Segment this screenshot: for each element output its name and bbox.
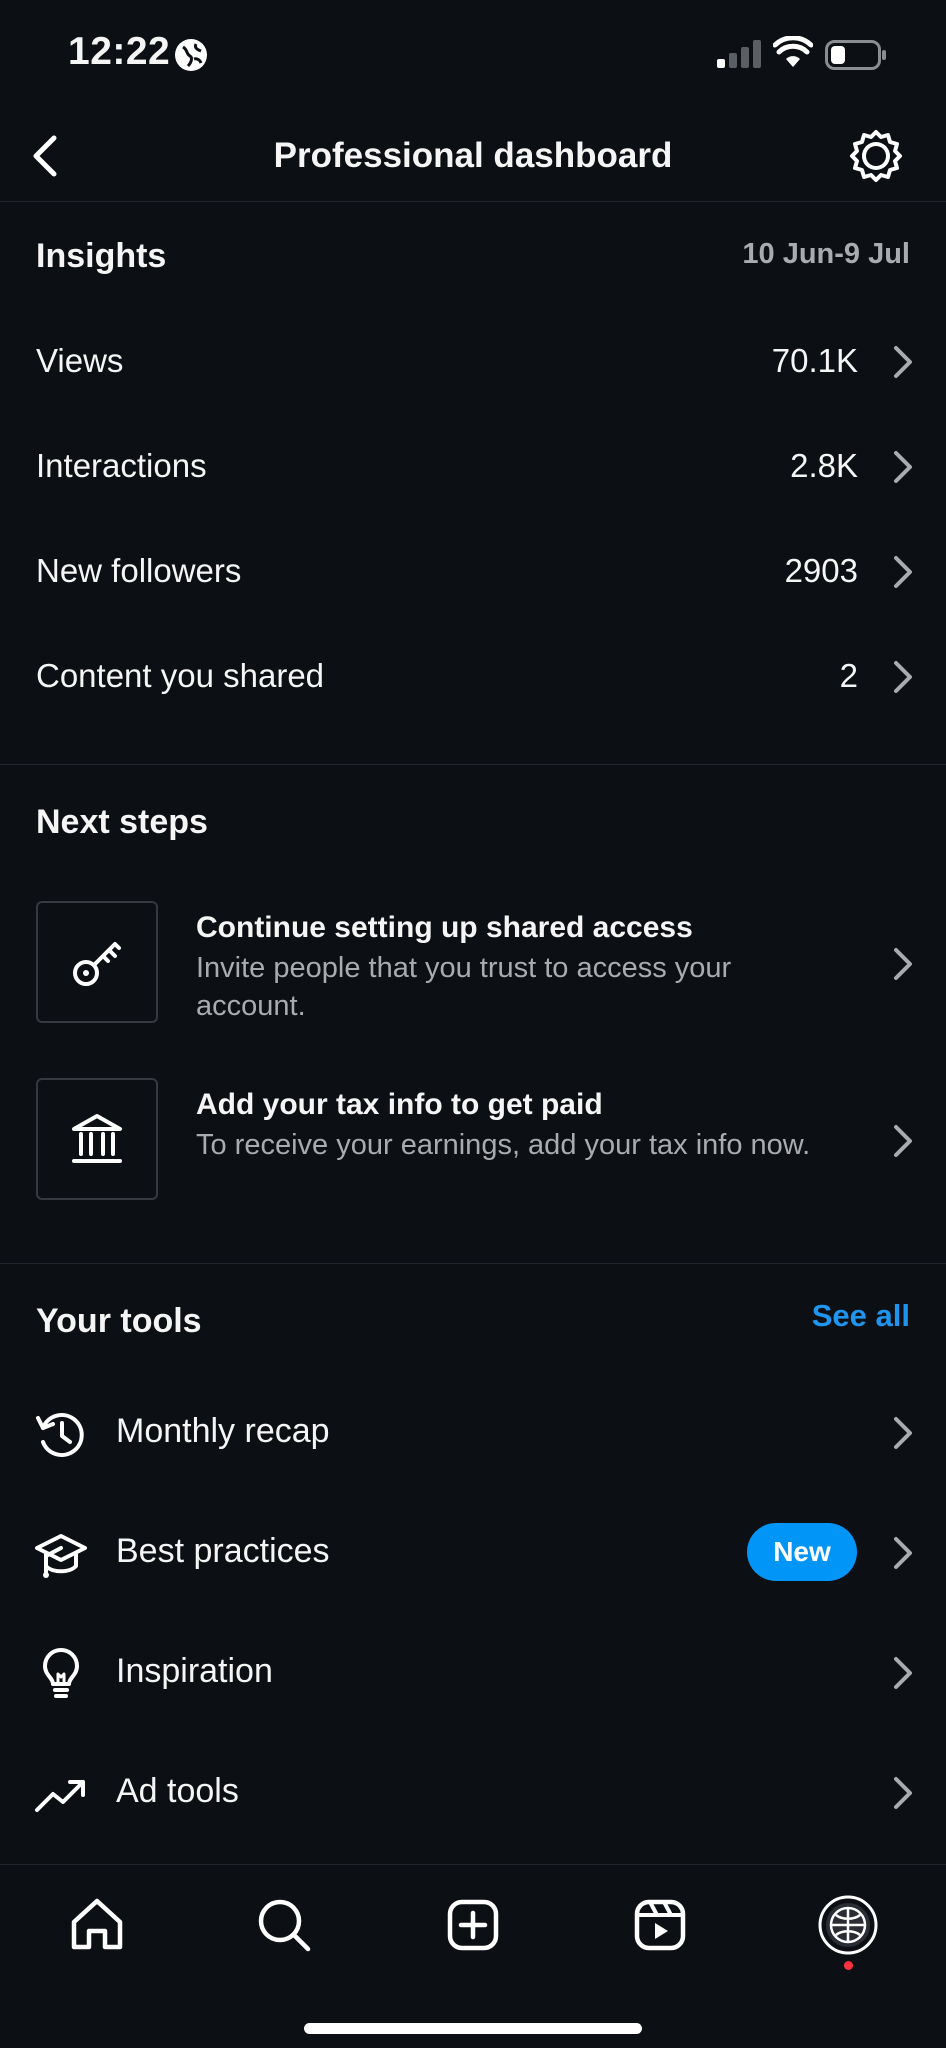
next-step-shared-access[interactable]: Continue setting up shared access Invite…: [0, 901, 946, 1027]
page-title: Professional dashboard: [273, 136, 673, 175]
tool-label: Inspiration: [116, 1652, 273, 1690]
bottom-nav: [0, 1864, 946, 2048]
home-indicator: [304, 2023, 642, 2034]
notification-dot: [844, 1961, 853, 1970]
step-icon-box: [36, 901, 158, 1023]
tool-best-practices[interactable]: Best practices New: [0, 1508, 946, 1598]
trending-up-icon: [35, 1780, 85, 1812]
step-title: Add your tax info to get paid: [196, 1088, 603, 1121]
new-badge: New: [747, 1523, 857, 1581]
metric-row-new-followers[interactable]: New followers 2903: [0, 532, 946, 612]
metric-row-interactions[interactable]: Interactions 2.8K: [0, 427, 946, 507]
metric-label: Interactions: [36, 447, 207, 484]
reels-icon[interactable]: [630, 1895, 690, 1955]
next-step-tax-info[interactable]: Add your tax info to get paid To receive…: [0, 1078, 946, 1204]
step-title: Continue setting up shared access: [196, 911, 693, 944]
metric-value: 70.1K: [771, 342, 858, 379]
tool-inspiration[interactable]: Inspiration: [0, 1628, 946, 1718]
divider: [0, 1263, 946, 1264]
insights-title: Insights: [36, 237, 167, 275]
divider: [0, 764, 946, 765]
chevron-right-icon: [894, 1777, 912, 1809]
header: Professional dashboard: [0, 110, 946, 202]
chevron-right-icon: [894, 1125, 912, 1157]
wifi-icon: [773, 36, 813, 67]
metric-value: 2.8K: [790, 447, 858, 484]
search-icon[interactable]: [254, 1895, 314, 1955]
metric-label: Content you shared: [36, 657, 325, 694]
chevron-right-icon: [894, 1537, 912, 1569]
home-icon[interactable]: [67, 1895, 127, 1955]
globe-icon: [175, 39, 207, 71]
chevron-right-icon: [894, 451, 912, 483]
metric-label: New followers: [36, 552, 242, 589]
profile-icon[interactable]: [818, 1895, 878, 1955]
battery-icon: [825, 40, 886, 70]
chevron-right-icon: [894, 948, 912, 980]
create-icon[interactable]: [443, 1895, 503, 1955]
tool-ad-tools[interactable]: Ad tools: [0, 1748, 946, 1838]
insights-date-range: 10 Jun-9 Jul: [742, 238, 910, 270]
settings-gear-icon[interactable]: [848, 128, 904, 184]
step-description: To receive your earnings, add your tax i…: [196, 1129, 811, 1161]
metric-row-views[interactable]: Views 70.1K: [0, 322, 946, 402]
tool-monthly-recap[interactable]: Monthly recap: [0, 1388, 946, 1478]
status-bar: 12:22: [0, 0, 946, 110]
tool-label: Best practices: [116, 1532, 330, 1570]
status-time: 12:22: [68, 30, 171, 73]
chevron-right-icon: [894, 346, 912, 378]
step-icon-box: [36, 1078, 158, 1200]
cellular-signal-icon: [717, 40, 761, 68]
chevron-right-icon: [894, 1417, 912, 1449]
key-icon: [73, 942, 121, 986]
see-all-link[interactable]: See all: [812, 1298, 910, 1334]
chevron-right-icon: [894, 556, 912, 588]
metric-value: 2: [839, 657, 858, 694]
chevron-right-icon: [894, 661, 912, 693]
graduation-cap-icon: [35, 1534, 87, 1578]
metric-row-content-shared[interactable]: Content you shared 2: [0, 637, 946, 717]
history-icon: [36, 1413, 84, 1457]
your-tools-title: Your tools: [36, 1302, 202, 1340]
bank-icon: [72, 1114, 122, 1163]
tool-label: Ad tools: [116, 1772, 239, 1810]
tool-label: Monthly recap: [116, 1412, 330, 1450]
lightbulb-icon: [43, 1648, 79, 1698]
step-description: Invite people that you trust to access y…: [196, 952, 732, 1022]
next-steps-title: Next steps: [36, 803, 208, 841]
metric-label: Views: [36, 342, 124, 379]
metric-value: 2903: [784, 552, 858, 589]
chevron-right-icon: [894, 1657, 912, 1689]
